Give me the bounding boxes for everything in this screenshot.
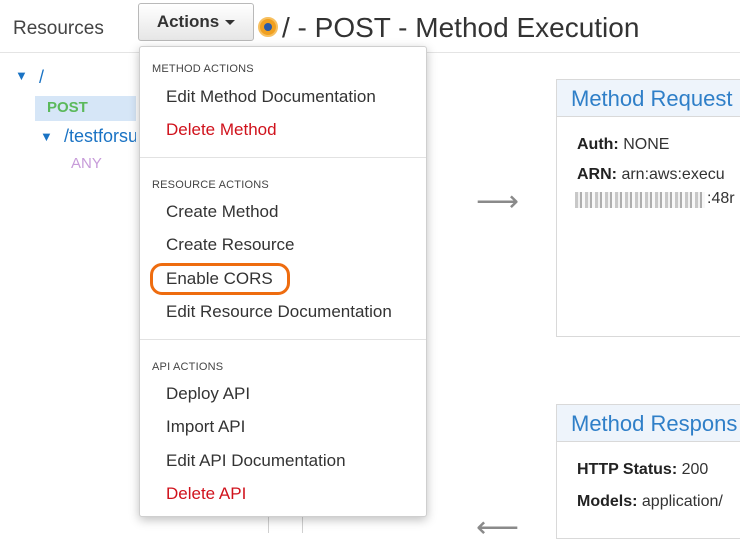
arn-row: ARN: arn:aws:execu	[577, 166, 725, 184]
arn-key: ARN:	[577, 166, 617, 183]
http-status-value: 200	[681, 461, 709, 478]
resources-title: Resources	[13, 18, 104, 39]
menu-item-delete-api[interactable]: Delete API	[166, 484, 246, 504]
method-response-title[interactable]: Method Respons	[571, 411, 737, 437]
method-actions-heading: METHOD ACTIONS	[152, 63, 254, 75]
api-actions-heading: API ACTIONS	[152, 361, 224, 373]
resource-actions-heading: RESOURCE ACTIONS	[152, 179, 269, 191]
method-response-header: Method Respons	[557, 405, 740, 442]
auth-row: Auth: NONE	[577, 136, 669, 154]
models-row: Models: application/	[577, 493, 723, 511]
menu-divider	[140, 339, 426, 340]
menu-item-enable-cors[interactable]: Enable CORS	[166, 269, 273, 289]
menu-item-deploy-api[interactable]: Deploy API	[166, 384, 250, 404]
method-response-card[interactable]: Method Respons HTTP Status: 200 Models: …	[556, 404, 740, 539]
arrow-right-icon: ⟶	[476, 185, 520, 218]
arn-value: arn:aws:execu	[621, 166, 725, 183]
menu-divider	[140, 157, 426, 158]
auth-key: Auth:	[577, 136, 619, 153]
menu-item-import-api[interactable]: Import API	[166, 417, 245, 437]
menu-item-create-method[interactable]: Create Method	[166, 202, 278, 222]
menu-item-delete-method[interactable]: Delete Method	[166, 120, 277, 140]
method-post[interactable]: POST	[47, 99, 88, 116]
menu-item-edit-method-documentation[interactable]: Edit Method Documentation	[166, 87, 376, 107]
resource-testforsu[interactable]: /testforsu	[64, 126, 136, 147]
redacted-account-id	[575, 192, 705, 208]
actions-button-label: Actions	[156, 12, 220, 31]
expand-arrow-icon[interactable]: ▼	[40, 129, 53, 144]
menu-item-edit-resource-documentation[interactable]: Edit Resource Documentation	[166, 302, 392, 322]
method-request-card[interactable]: Method Request Auth: NONE ARN: arn:aws:e…	[556, 79, 740, 337]
resource-root[interactable]: /	[39, 67, 44, 88]
caret-down-icon	[225, 19, 236, 25]
method-request-header: Method Request	[557, 80, 740, 117]
method-any[interactable]: ANY	[71, 155, 102, 172]
actions-dropdown-menu: METHOD ACTIONS Edit Method Documentation…	[139, 46, 427, 517]
actions-button[interactable]: Actions	[138, 3, 254, 41]
method-request-title[interactable]: Method Request	[571, 86, 732, 112]
arn-tail: :48r	[707, 190, 735, 207]
expand-arrow-icon[interactable]: ▼	[15, 68, 28, 83]
http-status-row: HTTP Status: 200	[577, 461, 708, 479]
models-key: Models:	[577, 493, 638, 510]
arrow-left-icon: ⟵	[476, 511, 520, 544]
method-status-icon	[258, 17, 278, 37]
auth-value: NONE	[623, 136, 670, 153]
page-title: / - POST - Method Execution	[282, 12, 640, 43]
http-status-key: HTTP Status:	[577, 461, 678, 478]
models-value: application/	[641, 493, 723, 510]
menu-item-create-resource[interactable]: Create Resource	[166, 235, 295, 255]
menu-item-edit-api-documentation[interactable]: Edit API Documentation	[166, 451, 346, 471]
